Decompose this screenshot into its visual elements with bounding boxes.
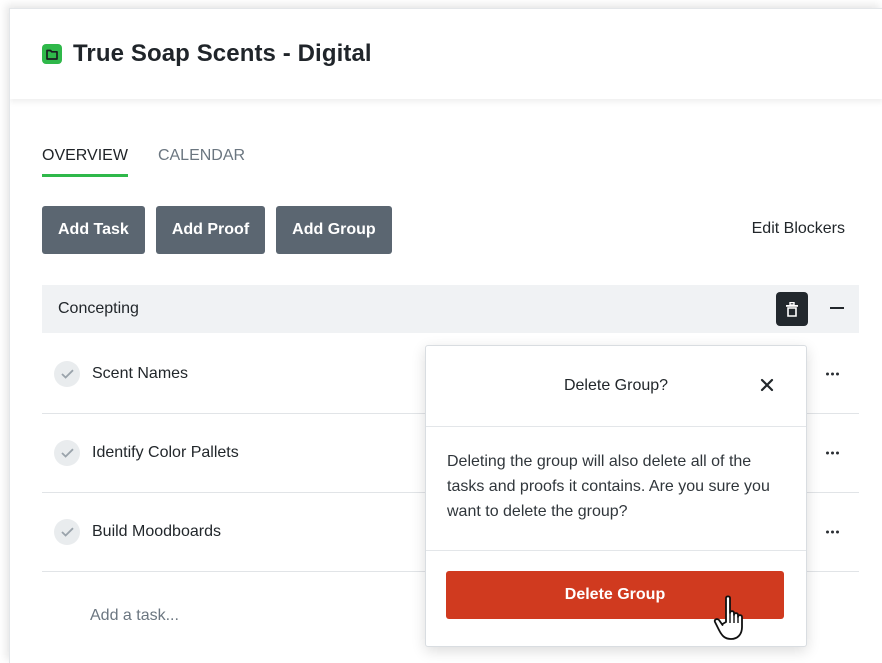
more-options-icon[interactable]	[826, 372, 839, 376]
add-task-button[interactable]: Add Task	[42, 206, 145, 254]
close-icon[interactable]	[758, 376, 776, 394]
trash-icon	[786, 301, 798, 317]
dialog-header: Delete Group?	[426, 346, 806, 427]
checkmark-icon[interactable]	[54, 440, 80, 466]
dialog-message: Deleting the group will also delete all …	[426, 427, 806, 551]
add-proof-button[interactable]: Add Proof	[155, 206, 266, 254]
tab-overview[interactable]: OVERVIEW	[42, 147, 128, 177]
more-options-icon[interactable]	[826, 451, 839, 455]
app-window: True Soap Scents - Digital OVERVIEW CALE…	[9, 8, 882, 663]
add-group-button[interactable]: Add Group	[276, 206, 392, 254]
folder-icon	[42, 44, 62, 64]
hand-pointer-icon	[713, 595, 743, 640]
collapse-group-button[interactable]	[825, 296, 849, 320]
toolbar: Add Task Add Proof Add Group	[42, 206, 392, 254]
project-header: True Soap Scents - Digital	[10, 9, 882, 99]
dialog-title: Delete Group?	[563, 377, 669, 394]
group-title: Concepting	[58, 300, 139, 317]
task-label: Scent Names	[92, 365, 189, 382]
task-label: Identify Color Pallets	[92, 444, 239, 461]
add-task-input[interactable]: Add a task...	[90, 607, 179, 625]
checkmark-icon[interactable]	[54, 361, 80, 387]
edit-blockers-link[interactable]: Edit Blockers	[752, 220, 845, 238]
group-header: Concepting	[42, 285, 859, 333]
checkmark-icon[interactable]	[54, 519, 80, 545]
tab-calendar[interactable]: CALENDAR	[158, 147, 245, 177]
more-options-icon[interactable]	[826, 530, 839, 534]
page-title: True Soap Scents - Digital	[73, 40, 372, 67]
delete-group-button[interactable]	[776, 292, 808, 326]
minus-icon	[830, 307, 844, 309]
task-label: Build Moodboards	[92, 523, 221, 540]
tab-bar: OVERVIEW CALENDAR	[42, 147, 245, 177]
